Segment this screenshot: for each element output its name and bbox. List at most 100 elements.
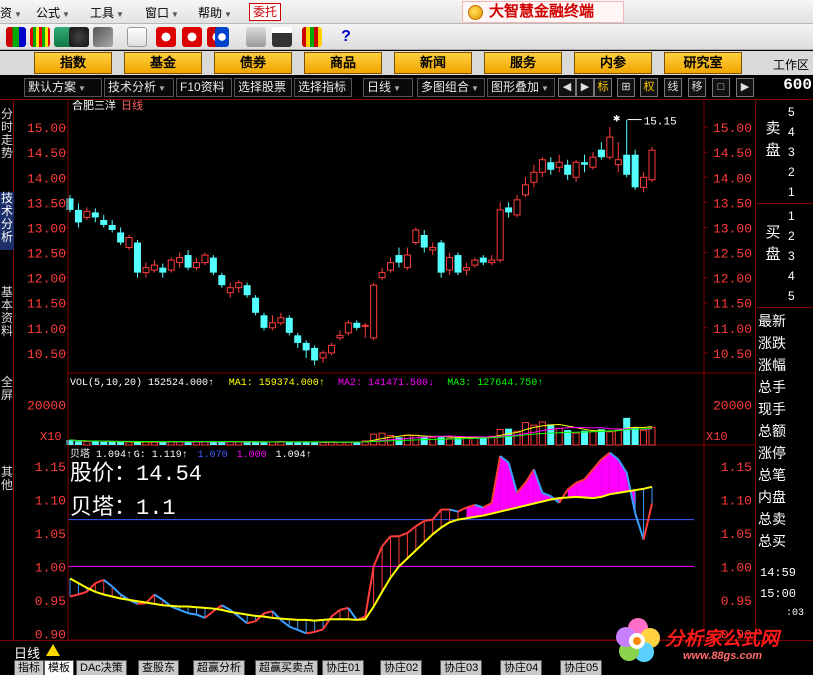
beta-header-1: G: 1.119↑ <box>134 450 188 461</box>
nav-commodity-button[interactable]: 商品 <box>304 52 382 74</box>
analysis-select[interactable]: 技术分析 ▼ <box>104 78 174 97</box>
beta-line-segment <box>238 615 248 625</box>
chart-area[interactable]: 10.50 10.50 11.00 11.00 11.50 11.50 12.00 12.00… <box>0 100 813 660</box>
candle-body-up <box>193 262 201 269</box>
info-turnover: 总额 <box>758 423 786 439</box>
candle-body-down <box>454 255 462 273</box>
bottom-tab-xiezhuang-03[interactable]: 协庄03 <box>440 660 483 675</box>
bottom-tab-shareholders[interactable]: 查股东 <box>138 660 179 675</box>
window-icon[interactable] <box>272 27 292 47</box>
menu-item-tools[interactable]: 工具 ▼ <box>90 4 124 21</box>
nav-news-button[interactable]: 新闻 <box>394 52 472 74</box>
beta-line-segment <box>103 579 113 588</box>
crosshair-icon[interactable]: ⊞ <box>617 78 635 97</box>
watermark-url: www.88gs.com <box>683 650 763 662</box>
watermark-text: 分析家公式网 <box>665 629 780 650</box>
mark-button[interactable]: 标 <box>594 78 612 97</box>
menu-item-formula[interactable]: 公式 ▼ <box>36 4 70 21</box>
overlay-select[interactable]: 图形叠加 ▼ <box>487 78 555 97</box>
grid-icon[interactable] <box>6 27 26 47</box>
info-current-volume: 现手 <box>758 401 786 417</box>
warning-icon[interactable] <box>46 644 60 656</box>
bottom-tab-template[interactable]: 模板 <box>44 660 74 675</box>
candle-body-down <box>479 257 487 263</box>
bottom-tab-decision[interactable]: DAc决策 <box>76 660 127 675</box>
stripes-icon[interactable] <box>30 27 50 47</box>
candle-body-up <box>361 324 369 327</box>
scheme-select[interactable]: 默认方案 ▼ <box>24 78 102 97</box>
beta-tick-label: 1.10 <box>35 494 66 509</box>
menu-item-help[interactable]: 帮助 ▼ <box>198 4 232 21</box>
nav-fund-button[interactable]: 基金 <box>124 52 202 74</box>
candle-body-down <box>564 164 572 175</box>
card-icon[interactable] <box>127 27 147 47</box>
candle-body-up <box>496 209 504 261</box>
folder-icon[interactable] <box>246 27 266 47</box>
bottom-tab-xiezhuang-01[interactable]: 协庄01 <box>322 660 365 675</box>
beta-line-segment <box>196 613 206 619</box>
panel-toggle-icon[interactable]: ▶ <box>736 78 754 97</box>
volume-bar-up <box>513 430 521 446</box>
tick-time-1: 14:59 <box>760 566 797 580</box>
beta-tick-label: 1.15 <box>35 460 66 475</box>
binoculars-icon[interactable] <box>69 27 89 47</box>
beta-line-segment <box>306 630 315 635</box>
window-toggle-icon[interactable]: □ <box>712 78 730 97</box>
pen2-icon[interactable] <box>215 27 229 47</box>
beta-line-segment <box>449 508 459 513</box>
candle-body-up <box>606 136 614 158</box>
select-stock-button[interactable]: 选择股票 <box>234 78 292 97</box>
quote-panel: 卖盘 54321 买盘 12345 最新 涨跌 涨幅 总手 现手 总额 涨停 总… <box>755 100 813 660</box>
compass-icon[interactable] <box>182 27 202 47</box>
nav-bond-button[interactable]: 债券 <box>214 52 292 74</box>
bottom-tab-super-points[interactable]: 超赢买卖点 <box>255 660 318 675</box>
books-icon[interactable] <box>302 27 322 47</box>
move-button[interactable]: 移 <box>688 78 706 97</box>
beta-line-segment <box>179 608 189 615</box>
volume-tick-label: 20000 <box>27 399 66 414</box>
nav-service-button[interactable]: 服务 <box>484 52 562 74</box>
beta-line-segment <box>457 506 467 513</box>
candle-body-down <box>218 275 226 286</box>
candle-body-up <box>226 287 234 294</box>
beta-pane: 贝塔 1.094↑ G: 1.119↑ 1.070 1.000 1.094↑ 股价：14.… <box>35 447 755 642</box>
beta-value-label: 贝塔：1.1 <box>70 495 176 521</box>
trust-button[interactable]: 委托 <box>249 3 281 21</box>
bottom-tab-xiezhuang-02[interactable]: 协庄02 <box>380 660 423 675</box>
nav-reference-button[interactable]: 内参 <box>574 52 652 74</box>
period-select[interactable]: 日线 ▼ <box>363 78 413 97</box>
price-tick-label-right: 14.00 <box>713 171 752 186</box>
volume-unit-label: X10 <box>40 430 62 444</box>
bottom-tab-xiezhuang-04[interactable]: 协庄04 <box>500 660 543 675</box>
info-change-pct: 涨幅 <box>758 357 786 373</box>
volume-header-1: MA1: 159374.000↑ <box>229 378 325 389</box>
candle-body-down <box>294 335 302 343</box>
multi-chart-select[interactable]: 多图组合 ▼ <box>417 78 485 97</box>
menu-item-window[interactable]: 窗口 ▼ <box>145 4 179 21</box>
play-icon[interactable]: ▶ <box>576 78 594 97</box>
nav-research-button[interactable]: 研究室 <box>664 52 742 74</box>
beta-line-segment <box>642 503 653 540</box>
beta-header-3: 1.000 <box>237 450 267 461</box>
select-indicator-button[interactable]: 选择指标 <box>294 78 352 97</box>
nav-index-button[interactable]: 指数 <box>34 52 112 74</box>
bottom-tab-xiezhuang-05[interactable]: 协庄05 <box>560 660 603 675</box>
candle-body-down <box>209 257 217 273</box>
volume-bar-down <box>311 442 319 445</box>
menu-item-system[interactable]: 资 ▼ <box>0 4 22 21</box>
rights-button[interactable]: 权 <box>640 78 658 97</box>
line-button[interactable]: 线 <box>664 78 682 97</box>
beta-line-segment <box>111 585 122 596</box>
scroll-left-icon[interactable]: ◀ <box>558 78 576 97</box>
telescope-icon[interactable] <box>93 27 113 47</box>
help-pointer-icon[interactable]: ? <box>336 27 356 47</box>
bottom-tab-indicator[interactable]: 指标 <box>14 660 44 675</box>
bottom-tab-super-analysis[interactable]: 超赢分析 <box>193 660 245 675</box>
workbench-label[interactable]: 工作区 <box>773 56 809 73</box>
price-pane: 10.50 10.50 11.00 11.00 11.50 11.50 12.00 12.00… <box>27 100 755 374</box>
volume-bar-down <box>623 417 631 445</box>
volume-bar-up <box>150 441 158 446</box>
diamond-icon[interactable] <box>156 27 176 47</box>
f10-button[interactable]: F10资料 <box>176 78 232 97</box>
beta-tick-label: 1.00 <box>35 560 66 575</box>
